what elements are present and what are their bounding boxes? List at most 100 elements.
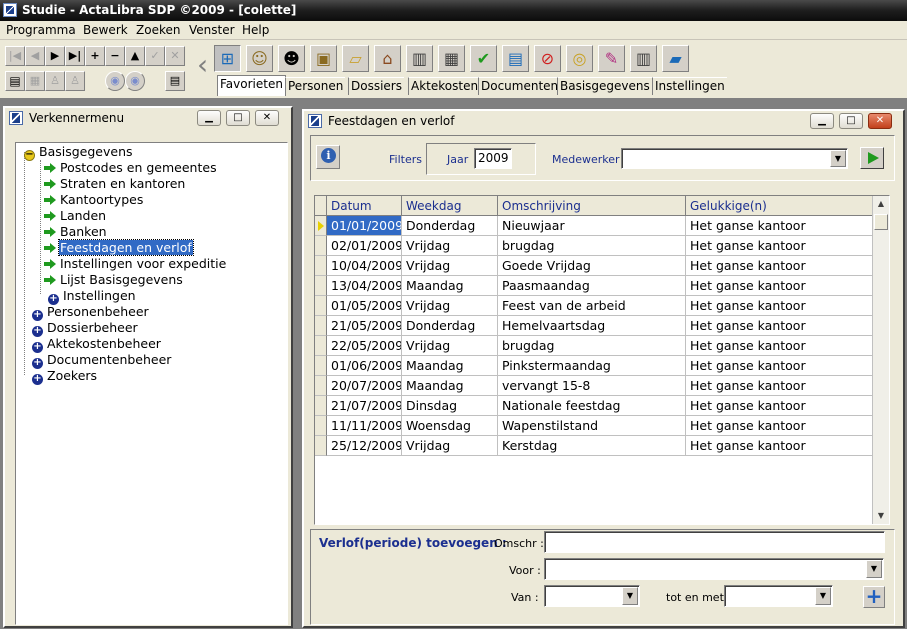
column-header-datum[interactable]: Datum: [327, 196, 402, 216]
grid-cell[interactable]: Het ganse kantoor: [686, 416, 873, 436]
post-record-button[interactable]: ✓: [145, 46, 165, 66]
minimize-button[interactable]: ▁: [810, 113, 834, 129]
grid-cell[interactable]: brugdag: [498, 236, 686, 256]
explorer-tree[interactable]: − Basisgegevens Postcodes en gemeentes St…: [15, 142, 288, 625]
omschr-input[interactable]: [544, 531, 885, 553]
grid-cell[interactable]: Hemelvaartsdag: [498, 316, 686, 336]
grid-cell[interactable]: Het ganse kantoor: [686, 316, 873, 336]
tab-aktekosten[interactable]: Aktekosten: [408, 77, 481, 95]
grid-cell[interactable]: Het ganse kantoor: [686, 276, 873, 296]
building-search-icon[interactable]: ▥: [630, 45, 657, 72]
column-header-gelukkigen[interactable]: Gelukkige(n): [686, 196, 873, 216]
chevron-down-icon[interactable]: ▼: [830, 150, 846, 167]
row-indicator[interactable]: [315, 356, 327, 376]
grid-cell[interactable]: Feest van de arbeid: [498, 296, 686, 316]
grid-cell[interactable]: 20/07/2009: [327, 376, 402, 396]
tree-node-personenbeheer[interactable]: + Personenbeheer: [32, 304, 150, 321]
menu-bewerk[interactable]: Bewerk: [83, 23, 128, 37]
tree-node-feestdagen[interactable]: Feestdagen en verlof: [44, 239, 194, 256]
tab-personen[interactable]: Personen: [285, 77, 346, 95]
row-indicator[interactable]: [315, 336, 327, 356]
grid-cell[interactable]: Woensdag: [402, 416, 498, 436]
collapse-icon[interactable]: −: [24, 150, 35, 161]
grid-cell[interactable]: Nieuwjaar: [498, 216, 686, 236]
tab-basisgegevens[interactable]: Basisgegevens: [557, 77, 652, 95]
grid-cell[interactable]: Het ganse kantoor: [686, 376, 873, 396]
tab-documenten[interactable]: Documenten: [478, 77, 561, 95]
prev-record-button[interactable]: ◀: [25, 46, 45, 66]
tree-node-postcodes[interactable]: Postcodes en gemeentes: [44, 160, 218, 176]
home-icon[interactable]: ⌂: [374, 45, 401, 72]
scroll-thumb[interactable]: [874, 214, 888, 230]
grid-cell[interactable]: Donderdag: [402, 316, 498, 336]
first-record-button[interactable]: |◀: [5, 46, 25, 66]
row-indicator[interactable]: [315, 436, 327, 456]
tree-structure-icon[interactable]: ⊞: [214, 45, 241, 72]
tree-node-instellingen[interactable]: + Instellingen: [48, 288, 137, 305]
grid-cell[interactable]: Donderdag: [402, 216, 498, 236]
grid-cell[interactable]: 02/01/2009: [327, 236, 402, 256]
grid-cell[interactable]: Wapenstilstand: [498, 416, 686, 436]
tree-node-kantoortypes[interactable]: Kantoortypes: [44, 192, 144, 208]
building-icon[interactable]: ▥: [406, 45, 433, 72]
grid-cell[interactable]: 10/04/2009: [327, 256, 402, 276]
grid-cell[interactable]: Maandag: [402, 376, 498, 396]
delete-record-button[interactable]: −: [105, 46, 125, 66]
open-folder-icon[interactable]: ▱: [342, 45, 369, 72]
last-record-button[interactable]: ▶|: [65, 46, 85, 66]
maximize-button[interactable]: □: [839, 113, 863, 129]
maximize-button[interactable]: □: [226, 110, 250, 126]
grid-cell[interactable]: 13/04/2009: [327, 276, 402, 296]
calculator-icon[interactable]: ▦: [438, 45, 465, 72]
tree-node-landen[interactable]: Landen: [44, 208, 107, 224]
column-header-omschrijving[interactable]: Omschrijving: [498, 196, 686, 216]
scroll-up-icon[interactable]: ▲: [873, 196, 889, 212]
grid-cell[interactable]: 11/11/2009: [327, 416, 402, 436]
grid-cell[interactable]: Het ganse kantoor: [686, 336, 873, 356]
row-indicator[interactable]: [315, 416, 327, 436]
print-icon[interactable]: ▤: [5, 71, 25, 91]
holidays-grid[interactable]: Datum Weekdag Omschrijving Gelukkige(n) …: [314, 195, 890, 525]
grid-cell[interactable]: Het ganse kantoor: [686, 236, 873, 256]
grid-cell[interactable]: Vrijdag: [402, 296, 498, 316]
row-indicator[interactable]: [315, 396, 327, 416]
tab-favorieten[interactable]: Favorieten: [217, 75, 286, 96]
menu-zoeken[interactable]: Zoeken: [136, 23, 180, 37]
tree-node-basisgegevens[interactable]: − Basisgegevens: [24, 144, 134, 161]
grid-cell[interactable]: Vrijdag: [402, 236, 498, 256]
book-icon[interactable]: ▰: [662, 45, 689, 72]
dossier-icon[interactable]: ▣: [310, 45, 337, 72]
medewerker-select[interactable]: ▼: [621, 148, 848, 169]
globe-back-icon[interactable]: ◉: [105, 71, 125, 91]
note-pencil-icon[interactable]: ✎: [598, 45, 625, 72]
add-period-button[interactable]: +: [863, 586, 885, 608]
grid-cell[interactable]: 21/05/2009: [327, 316, 402, 336]
row-indicator[interactable]: [315, 316, 327, 336]
print-preview-icon[interactable]: ▦: [25, 71, 45, 91]
grid-cell[interactable]: Vrijdag: [402, 336, 498, 356]
grid-cell[interactable]: Het ganse kantoor: [686, 216, 873, 236]
chevron-down-icon[interactable]: ▼: [866, 560, 882, 578]
expand-icon[interactable]: +: [32, 374, 43, 385]
grid-cell[interactable]: Maandag: [402, 356, 498, 376]
user-edit-icon[interactable]: ♙: [65, 71, 85, 91]
grid-cell[interactable]: 01/06/2009: [327, 356, 402, 376]
person-badge-icon[interactable]: ☺: [246, 45, 273, 72]
tab-dossiers[interactable]: Dossiers: [348, 77, 404, 95]
tot-date-picker[interactable]: ▼: [724, 585, 833, 607]
row-indicator[interactable]: [315, 236, 327, 256]
info-icon[interactable]: [316, 145, 340, 169]
grid-cell[interactable]: Het ganse kantoor: [686, 296, 873, 316]
grid-cell[interactable]: 01/05/2009: [327, 296, 402, 316]
tree-node-expeditie[interactable]: Instellingen voor expeditie: [44, 256, 227, 272]
close-button[interactable]: ✕: [255, 110, 279, 126]
grid-cell[interactable]: Het ganse kantoor: [686, 396, 873, 416]
grid-cell[interactable]: vervangt 15-8: [498, 376, 686, 396]
row-indicator[interactable]: [315, 376, 327, 396]
row-indicator[interactable]: [315, 216, 327, 236]
grid-cell[interactable]: Het ganse kantoor: [686, 436, 873, 456]
grid-cell[interactable]: 01/01/2009: [327, 216, 402, 236]
tree-node-dossierbeheer[interactable]: + Dossierbeheer: [32, 320, 139, 337]
menu-programma[interactable]: Programma: [6, 23, 76, 37]
grid-cell[interactable]: Pinkstermaandag: [498, 356, 686, 376]
